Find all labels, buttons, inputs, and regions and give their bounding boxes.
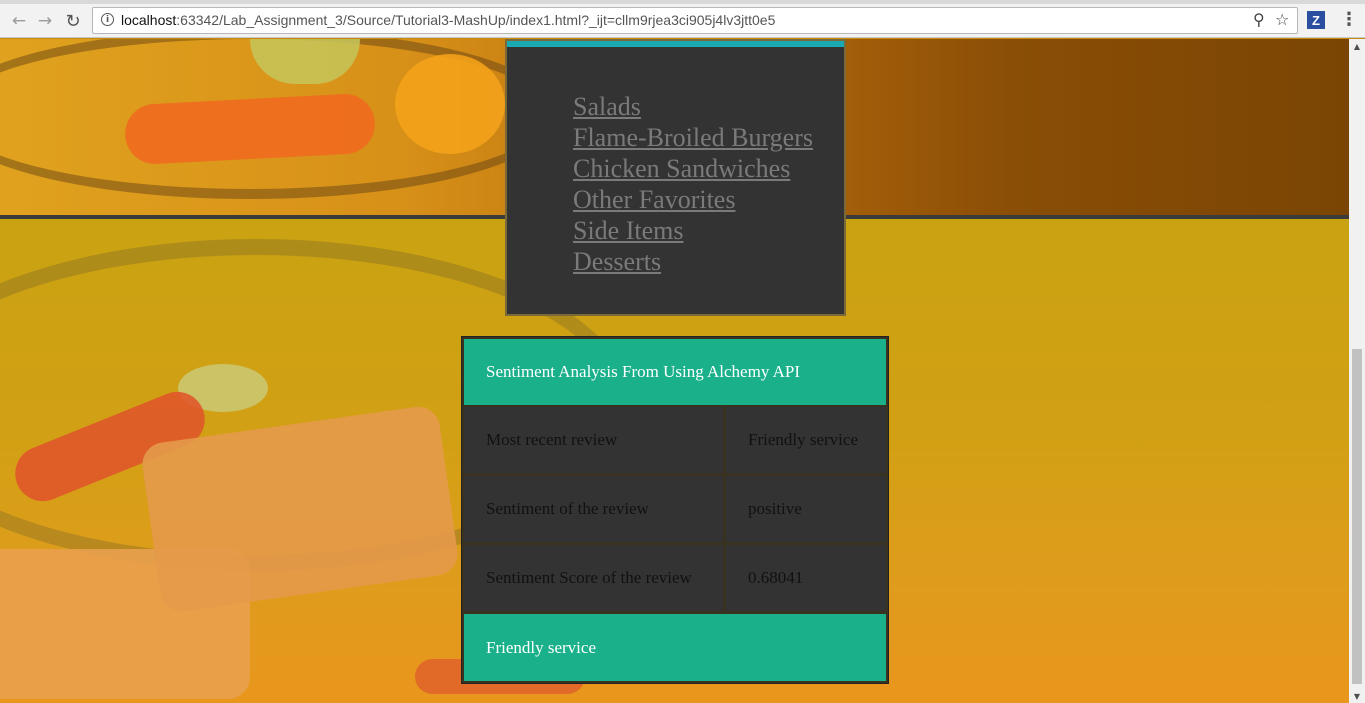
scroll-down-icon[interactable]: ▼: [1349, 689, 1365, 703]
list-item: Side Items: [573, 215, 813, 246]
list-item: Chicken Sandwiches: [573, 153, 813, 184]
menu-list: Salads Flame-Broiled Burgers Chicken San…: [573, 91, 813, 277]
back-arrow-icon[interactable]: ←: [8, 10, 30, 32]
forward-arrow-icon[interactable]: →: [34, 10, 56, 32]
browser-toolbar: ← → ↻ i localhost:63342/Lab_Assignment_3…: [0, 4, 1365, 38]
reload-icon[interactable]: ↻: [62, 10, 84, 32]
bookmark-star-icon[interactable]: ☆: [1275, 10, 1289, 29]
row-value-recent-review: Friendly service: [726, 407, 886, 473]
row-label-sentiment: Sentiment of the review: [464, 476, 723, 542]
url-text: localhost:63342/Lab_Assignment_3/Source/…: [121, 12, 775, 28]
url-path: :63342/Lab_Assignment_3/Source/Tutorial3…: [176, 12, 776, 28]
menu-link-burgers[interactable]: Flame-Broiled Burgers: [573, 123, 813, 152]
browser-menu-icon[interactable]: ⋮: [1340, 9, 1358, 30]
row-value-sentiment: positive: [726, 476, 886, 542]
list-item: Salads: [573, 91, 813, 122]
extension-icon[interactable]: Z: [1307, 11, 1325, 29]
list-item: Desserts: [573, 246, 813, 277]
row-label-recent-review: Most recent review: [464, 407, 723, 473]
menu-panel-top-strip: [507, 41, 844, 47]
sentiment-footer: Friendly service: [464, 614, 886, 681]
url-host: localhost: [121, 12, 177, 28]
address-bar[interactable]: i localhost:63342/Lab_Assignment_3/Sourc…: [92, 7, 1298, 34]
menu-link-chicken-sandwiches[interactable]: Chicken Sandwiches: [573, 154, 790, 183]
site-info-icon[interactable]: i: [101, 13, 114, 26]
row-value-score: 0.68041: [726, 545, 886, 611]
vertical-scrollbar[interactable]: ▲ ▼: [1349, 39, 1365, 703]
list-item: Flame-Broiled Burgers: [573, 122, 813, 153]
menu-panel: Salads Flame-Broiled Burgers Chicken San…: [505, 39, 846, 316]
menu-link-salads[interactable]: Salads: [573, 92, 641, 121]
menu-link-side-items[interactable]: Side Items: [573, 216, 684, 245]
menu-link-desserts[interactable]: Desserts: [573, 247, 661, 276]
row-label-score: Sentiment Score of the review: [464, 545, 723, 611]
list-item: Other Favorites: [573, 184, 813, 215]
scrollbar-thumb[interactable]: [1352, 349, 1362, 684]
zoom-icon[interactable]: ⚲: [1253, 10, 1265, 29]
sentiment-header: Sentiment Analysis From Using Alchemy AP…: [464, 339, 886, 405]
sentiment-table: Sentiment Analysis From Using Alchemy AP…: [461, 336, 889, 684]
menu-link-other-favorites[interactable]: Other Favorites: [573, 185, 735, 214]
page-viewport: Salads Flame-Broiled Burgers Chicken San…: [0, 39, 1349, 703]
scroll-up-icon[interactable]: ▲: [1349, 39, 1365, 53]
